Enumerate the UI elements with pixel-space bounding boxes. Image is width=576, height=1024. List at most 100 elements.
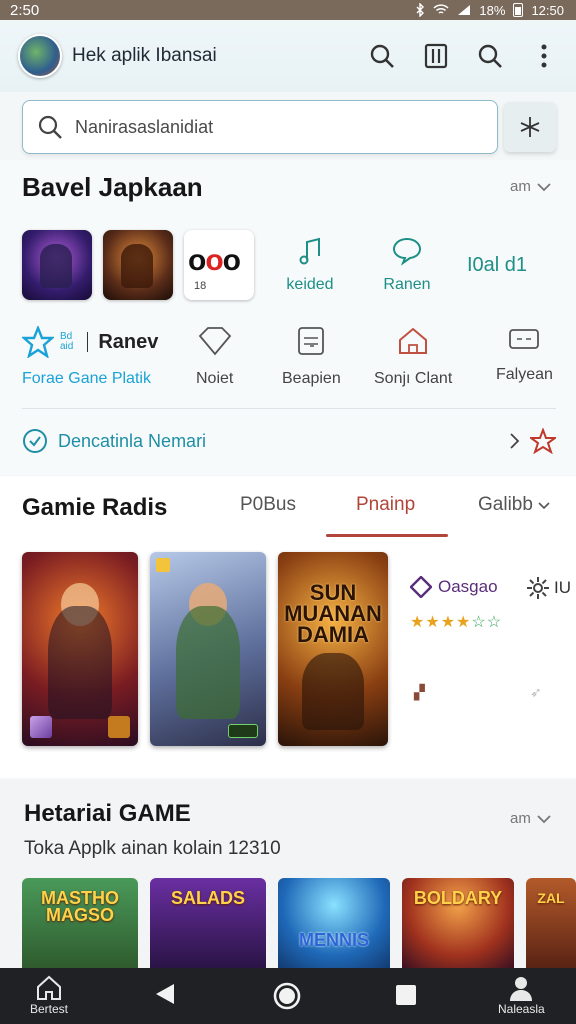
nav-back[interactable] — [154, 982, 176, 1006]
nav-profile[interactable]: Naleasla — [498, 974, 545, 1016]
category-label: Falyean — [496, 366, 553, 383]
tab-pobus[interactable]: P0Bus — [240, 494, 296, 516]
thumbnail-number: 18 — [194, 280, 207, 292]
label-icon — [156, 558, 170, 572]
category-row: Bd aid Ranev Forae Gane Platik Noiet Bea… — [0, 326, 576, 396]
nav-home-circle[interactable] — [273, 982, 301, 1010]
ooo-logo: ooo — [188, 244, 241, 277]
tile-title: ZAL — [537, 890, 565, 906]
document-icon — [298, 327, 325, 355]
back-triangle-icon — [156, 984, 174, 1004]
game-tile[interactable]: SALADS — [150, 878, 266, 968]
overflow-menu-button[interactable] — [528, 40, 560, 72]
app-bar: Hek aplik Ibansai — [0, 20, 576, 92]
arrow-icon: ➶ — [530, 684, 542, 700]
nav-label: Bertest — [30, 1002, 69, 1016]
app-title: Hek aplik Ibansai — [72, 45, 217, 66]
tab-label: Galibb — [478, 494, 533, 515]
quick-item-label: keided — [286, 276, 334, 293]
game-poster[interactable] — [150, 552, 266, 746]
gear-icon — [527, 577, 549, 599]
diamond-logo-icon — [410, 576, 432, 598]
person-icon — [510, 977, 533, 1001]
nav-home[interactable]: Bertest — [30, 974, 68, 1016]
search-icon — [370, 44, 394, 68]
category-label: Beapien — [282, 370, 341, 387]
quick-app-row: ooo 18 keided Ranen I0al d1 — [22, 230, 562, 300]
see-more-label: am — [510, 810, 531, 827]
search-button-2[interactable] — [474, 40, 506, 72]
navigation-bar: Bertest Naleasla — [0, 968, 576, 1024]
chat-bubble-icon — [392, 237, 422, 266]
bluetooth-icon — [416, 3, 425, 17]
category-beapien[interactable]: Beapien — [282, 326, 341, 388]
section-title: Bavel Japkaan — [22, 172, 203, 202]
game-poster[interactable] — [22, 552, 138, 746]
status-clock: 12:50 — [531, 2, 564, 18]
rating-badge-icon — [228, 724, 258, 738]
section-title: Hetariai GAME — [24, 800, 191, 827]
search-input[interactable] — [75, 116, 455, 138]
quick-item-keided[interactable]: keided — [265, 236, 355, 294]
tile-title: MASTHO MAGSO — [41, 888, 119, 925]
rating-badge-icon — [108, 716, 130, 738]
poster-title: SUN MUANAN DAMIA — [284, 580, 382, 647]
app-thumbnail[interactable]: ooo 18 — [184, 230, 254, 300]
category-falyean[interactable]: Falyean — [496, 326, 553, 384]
star-outline-icon[interactable] — [530, 428, 556, 454]
star-outline-icon — [520, 117, 540, 137]
divider — [22, 408, 556, 409]
category-sonji-clant[interactable]: Sonjı Clant — [374, 326, 452, 388]
quick-item-ranen[interactable]: Ranen — [355, 236, 459, 294]
favorite-button[interactable] — [504, 102, 556, 152]
quick-item-label: I0al d1 — [466, 253, 528, 276]
ticket-icon — [509, 329, 540, 349]
game-tile[interactable]: MENNIS — [278, 878, 390, 968]
brand-label: Forae Gane Platik — [22, 370, 151, 387]
quick-item-ioal[interactable]: I0al d1 — [459, 254, 535, 277]
sword-badge-icon — [30, 716, 52, 738]
search-bar — [22, 100, 498, 154]
app-thumbnail[interactable] — [22, 230, 92, 300]
game-tile[interactable]: MASTHO MAGSO — [22, 878, 138, 968]
library-button[interactable] — [420, 40, 452, 72]
more-vertical-icon — [541, 44, 547, 68]
diamond-icon — [198, 327, 231, 356]
brand-category[interactable]: Bd aid Ranev Forae Gane Platik — [22, 326, 158, 388]
chevron-down-icon — [537, 182, 551, 191]
check-circle-icon — [23, 429, 47, 453]
settings-button[interactable]: IU — [526, 576, 571, 600]
see-more-link[interactable]: am — [510, 178, 551, 195]
tab-galibb[interactable]: Galibb — [478, 494, 550, 516]
status-bar: 2:50 18% 12:50 — [0, 0, 576, 20]
battery-icon — [513, 3, 524, 17]
nav-recents[interactable] — [395, 984, 417, 1006]
rating-stars: ★★★★☆☆ — [410, 614, 503, 631]
brand-name: Ranev — [87, 332, 158, 352]
status-icons: 18% 12:50 — [415, 3, 564, 18]
avatar[interactable] — [18, 34, 62, 78]
promo-row[interactable]: Dencatinla Nemari — [22, 426, 556, 456]
status-time: 2:50 — [10, 1, 40, 19]
game-tile[interactable]: BOLDARY — [402, 878, 514, 968]
flag-icon: ▞ — [414, 684, 425, 700]
search-button[interactable] — [366, 40, 398, 72]
game-poster[interactable]: SUN MUANAN DAMIA — [278, 552, 388, 746]
music-note-icon — [299, 237, 320, 265]
quick-item-label: Ranen — [383, 276, 431, 293]
home-icon — [37, 975, 61, 1000]
game-brand: Oasgao — [438, 577, 498, 596]
signal-icon — [458, 5, 471, 15]
tile-title: MENNIS — [298, 930, 369, 950]
search-icon — [38, 115, 62, 139]
library-icon — [424, 43, 448, 69]
star-logo-icon — [22, 326, 54, 358]
app-thumbnail[interactable] — [103, 230, 173, 300]
game-tile[interactable]: ZAL — [526, 878, 576, 968]
tab-pnainp[interactable]: Pnainp — [356, 494, 415, 516]
wifi-icon — [433, 4, 449, 14]
tile-title: BOLDARY — [413, 888, 503, 908]
category-noiet[interactable]: Noiet — [196, 326, 233, 388]
chevron-down-icon — [537, 814, 551, 823]
see-more-link[interactable]: am — [510, 810, 551, 827]
